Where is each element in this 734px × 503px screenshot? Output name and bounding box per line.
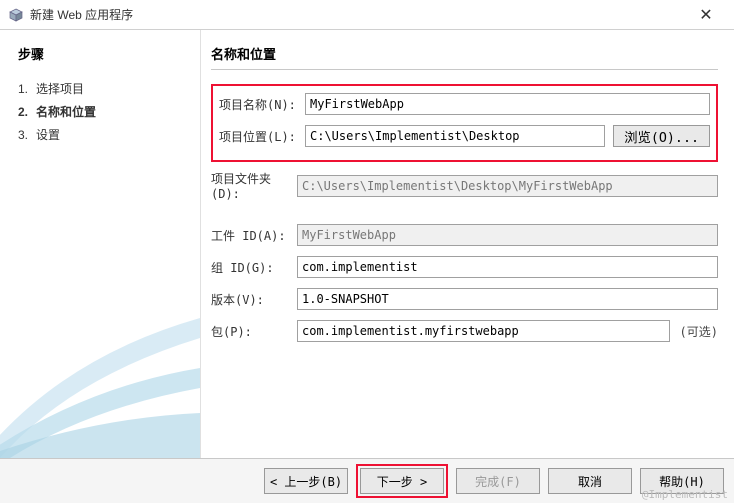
label-project-name: 项目名称(N): <box>219 96 305 113</box>
highlighted-fields: 项目名称(N): 项目位置(L): 浏览(O)... <box>211 84 718 162</box>
help-button[interactable]: 帮助(H) <box>640 468 724 494</box>
label-group-id: 组 ID(G): <box>211 259 297 276</box>
back-button[interactable]: < 上一步(B) <box>264 468 348 494</box>
label-package: 包(P): <box>211 323 297 340</box>
button-bar: < 上一步(B) 下一步 > 完成(F) 取消 帮助(H) <box>0 458 734 503</box>
project-name-input[interactable] <box>305 93 710 115</box>
steps-heading: 步骤 <box>18 44 182 63</box>
label-project-folder: 项目文件夹(D): <box>211 170 297 201</box>
step-settings: 3.设置 <box>18 123 182 146</box>
sidebar: 步骤 1.选择项目 2.名称和位置 3.设置 <box>0 30 200 458</box>
label-project-location: 项目位置(L): <box>219 128 305 145</box>
step-select-project: 1.选择项目 <box>18 77 182 100</box>
group-id-input[interactable] <box>297 256 718 278</box>
version-input[interactable] <box>297 288 718 310</box>
next-button[interactable]: 下一步 > <box>360 468 444 494</box>
project-location-input[interactable] <box>305 125 605 147</box>
row-artifact-id: 工件 ID(A): <box>211 223 718 247</box>
window-title: 新建 Web 应用程序 <box>30 6 686 23</box>
content-panel: 名称和位置 项目名称(N): 项目位置(L): 浏览(O)... 项目文件夹(D… <box>200 30 734 458</box>
optional-hint: (可选) <box>680 323 718 340</box>
main-area: 步骤 1.选择项目 2.名称和位置 3.设置 名称和位置 项目名称(N): 项目… <box>0 30 734 458</box>
row-version: 版本(V): <box>211 287 718 311</box>
package-input[interactable] <box>297 320 670 342</box>
row-project-name: 项目名称(N): <box>219 92 710 116</box>
project-folder-input <box>297 175 718 197</box>
label-version: 版本(V): <box>211 291 297 308</box>
cancel-button[interactable]: 取消 <box>548 468 632 494</box>
row-group-id: 组 ID(G): <box>211 255 718 279</box>
title-bar: 新建 Web 应用程序 ✕ <box>0 0 734 30</box>
steps-list: 1.选择项目 2.名称和位置 3.设置 <box>18 77 182 146</box>
next-highlight: 下一步 > <box>356 464 448 498</box>
label-artifact-id: 工件 ID(A): <box>211 227 297 244</box>
artifact-id-input <box>297 224 718 246</box>
panel-heading: 名称和位置 <box>211 44 718 70</box>
close-icon[interactable]: ✕ <box>686 5 726 25</box>
row-project-folder: 项目文件夹(D): <box>211 170 718 201</box>
decorative-swoosh <box>0 258 200 458</box>
finish-button: 完成(F) <box>456 468 540 494</box>
app-icon <box>8 7 24 23</box>
row-project-location: 项目位置(L): 浏览(O)... <box>219 124 710 148</box>
step-name-location: 2.名称和位置 <box>18 100 182 123</box>
browse-button[interactable]: 浏览(O)... <box>613 125 710 147</box>
row-package: 包(P): (可选) <box>211 319 718 343</box>
